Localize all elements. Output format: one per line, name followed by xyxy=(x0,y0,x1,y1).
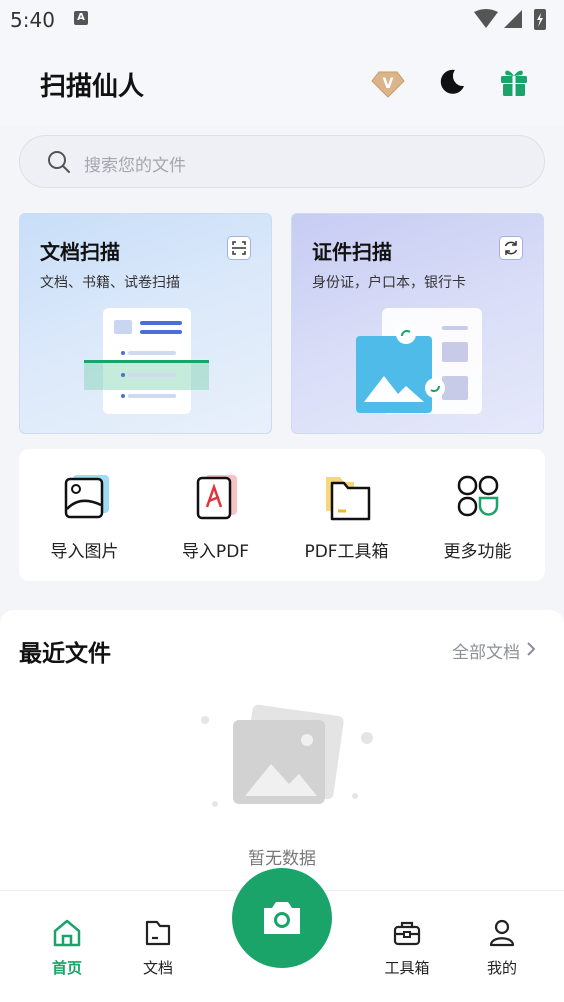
nav-label: 工具箱 xyxy=(384,959,430,977)
pdf-import-icon xyxy=(196,475,237,520)
nav-home[interactable]: 首页 xyxy=(27,891,107,991)
nav-documents[interactable]: 文档 xyxy=(118,891,198,991)
notification-icon: A xyxy=(74,11,88,25)
recent-files-section: 最近文件 全部文档 暂无数据 xyxy=(0,610,564,910)
id-scan-card[interactable]: 证件扫描 身份证，户口本，银行卡 xyxy=(291,213,544,434)
gift-icon[interactable] xyxy=(496,64,532,100)
nav-label: 我的 xyxy=(486,959,517,977)
svg-text:V: V xyxy=(383,76,394,92)
recent-title: 最近文件 xyxy=(19,641,111,667)
search-icon xyxy=(48,151,70,173)
chevron-right-icon[interactable] xyxy=(524,640,538,658)
tool-label: 更多功能 xyxy=(443,542,512,562)
nav-label: 首页 xyxy=(51,959,82,977)
image-import-icon xyxy=(64,475,109,519)
card-title: 文档扫描 xyxy=(40,240,120,264)
id-card-illustration xyxy=(356,308,482,414)
all-documents-link[interactable]: 全部文档 xyxy=(452,638,520,663)
card-subtitle: 文档、书籍、试卷扫描 xyxy=(40,275,180,291)
document-illustration xyxy=(84,308,209,414)
card-subtitle: 身份证，户口本，银行卡 xyxy=(312,275,466,291)
import-image-button[interactable]: 导入图片 xyxy=(19,449,150,581)
pdf-toolbox-button[interactable]: PDF工具箱 xyxy=(281,449,412,581)
scan-frame-icon xyxy=(227,236,251,260)
app-title: 扫描仙人 xyxy=(40,72,145,102)
more-functions-button[interactable]: 更多功能 xyxy=(412,449,543,581)
import-pdf-button[interactable]: 导入PDF xyxy=(150,449,281,581)
app-header: 扫描仙人 V xyxy=(0,40,564,125)
document-scan-card[interactable]: 文档扫描 文档、书籍、试卷扫描 xyxy=(19,213,272,434)
status-bar: 5:40 A xyxy=(0,0,564,40)
refresh-icon xyxy=(499,236,523,260)
user-icon xyxy=(489,919,515,947)
camera-icon xyxy=(264,902,300,934)
signal-icon xyxy=(504,10,522,28)
wifi-icon xyxy=(474,9,498,28)
home-icon xyxy=(53,919,81,947)
status-icons xyxy=(474,9,546,30)
tool-label: 导入PDF xyxy=(181,542,250,562)
tool-label: PDF工具箱 xyxy=(304,542,389,562)
nav-label: 文档 xyxy=(142,959,173,977)
empty-state-illustration xyxy=(201,704,373,807)
card-title: 证件扫描 xyxy=(312,240,392,264)
status-time: 5:40 xyxy=(10,8,55,32)
vip-diamond-icon[interactable]: V xyxy=(370,64,406,100)
tools-panel: 导入图片 导入PDF PDF工具箱 更多功能 xyxy=(19,449,545,581)
camera-scan-button[interactable] xyxy=(232,868,332,968)
nav-toolbox[interactable]: 工具箱 xyxy=(367,891,447,991)
nav-profile[interactable]: 我的 xyxy=(462,891,542,991)
more-apps-icon xyxy=(457,475,499,517)
search-bar[interactable]: 搜索您的文件 xyxy=(19,135,545,188)
tool-label: 导入图片 xyxy=(50,542,119,562)
folder-icon xyxy=(145,920,171,946)
search-placeholder: 搜索您的文件 xyxy=(84,156,186,176)
pdf-folder-icon xyxy=(326,477,371,521)
empty-state-text: 暂无数据 xyxy=(248,849,316,869)
toolbox-icon xyxy=(393,921,421,946)
dark-mode-icon[interactable] xyxy=(433,64,469,100)
